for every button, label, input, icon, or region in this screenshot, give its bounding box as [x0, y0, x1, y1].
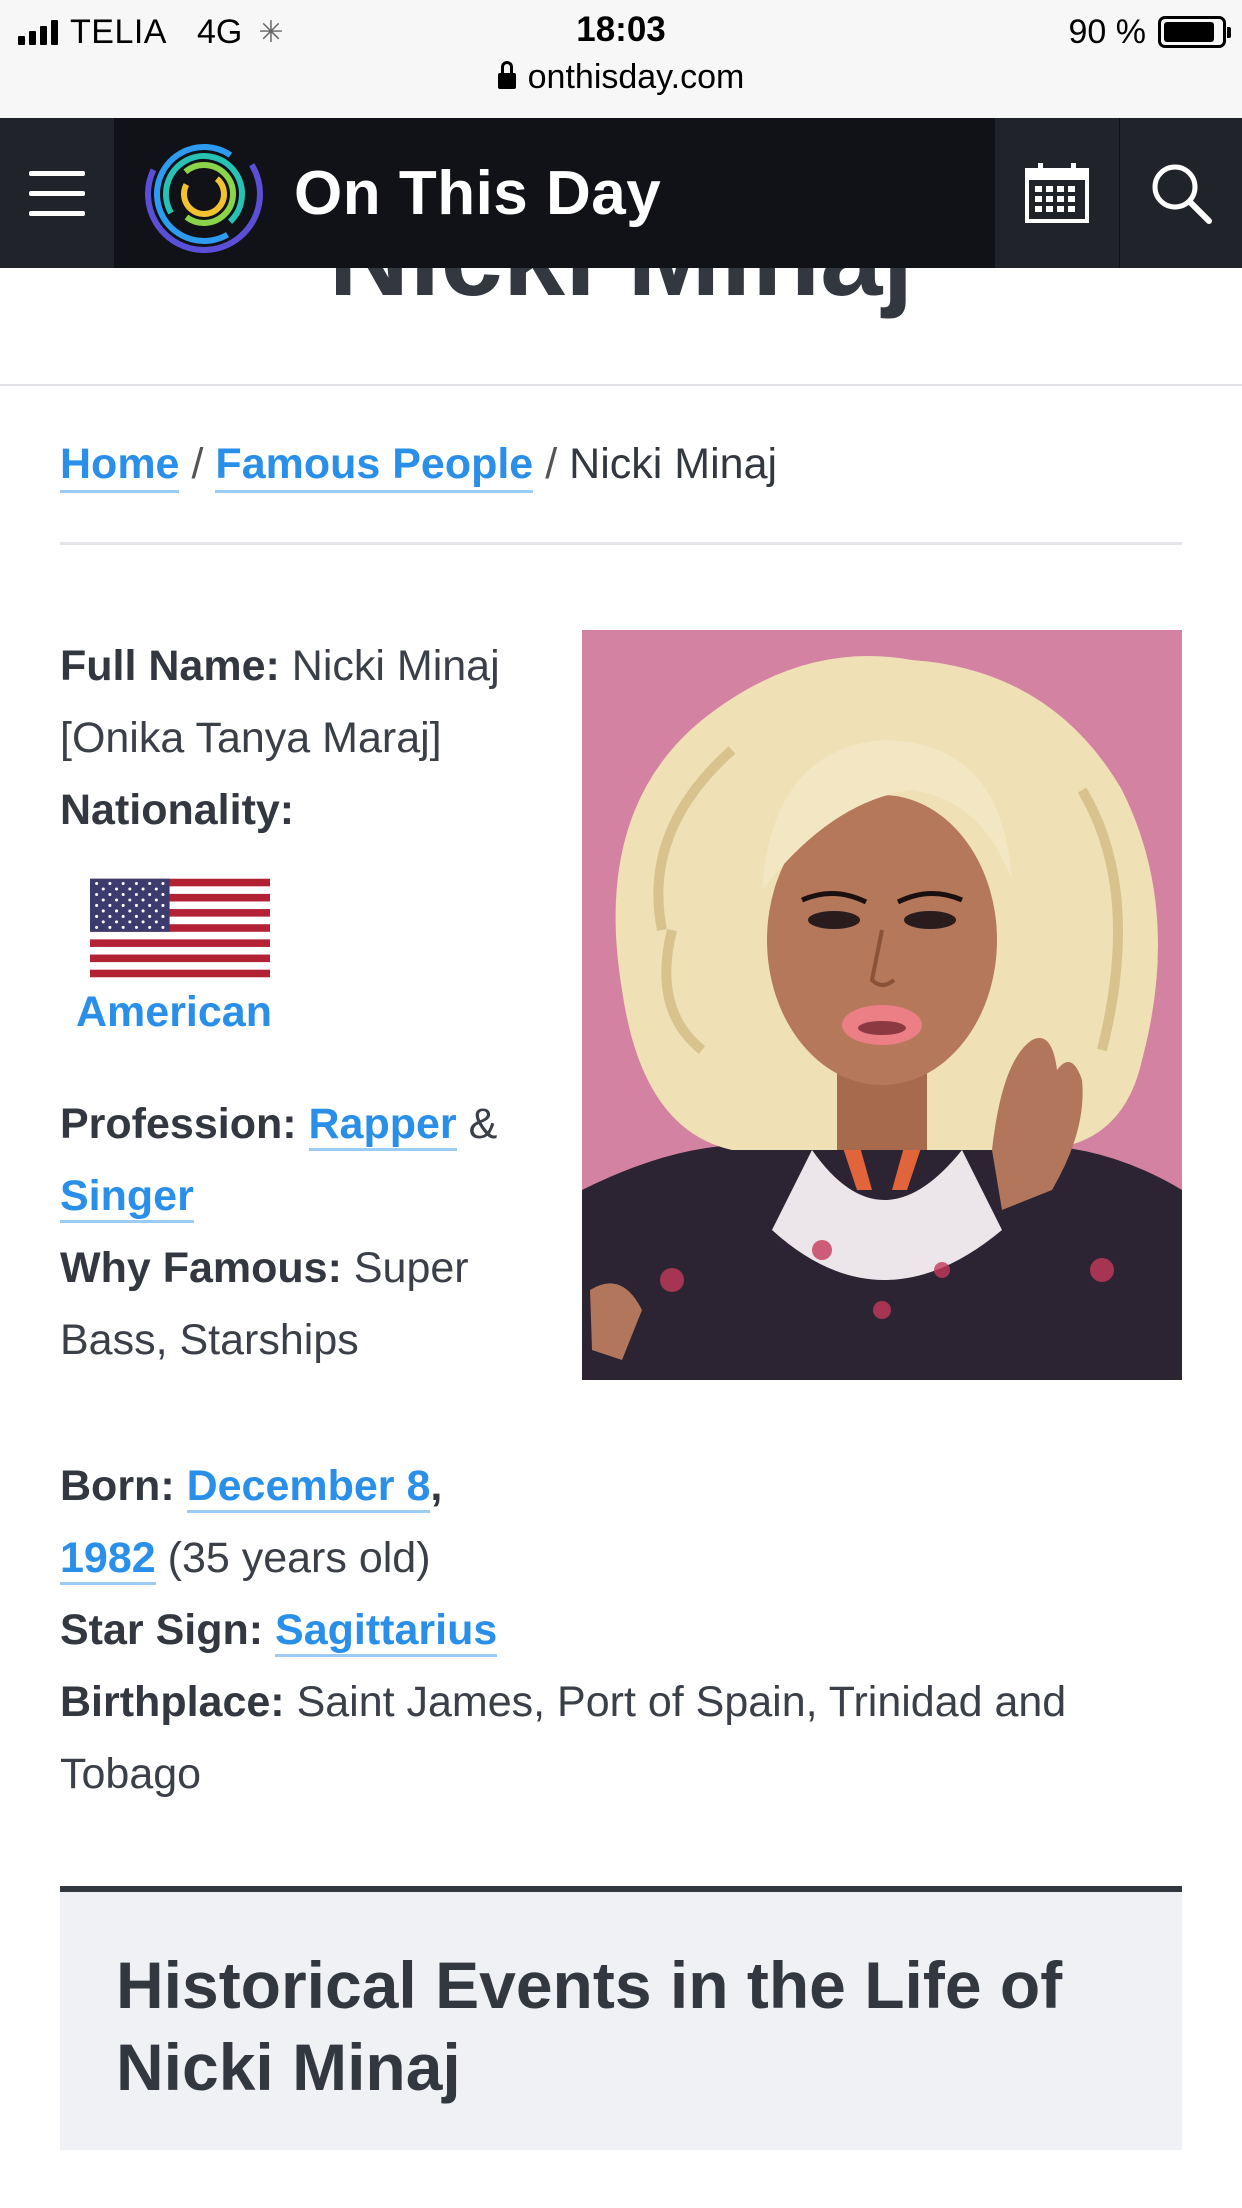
profession-row: Profession: Rapper & Singer: [60, 1088, 560, 1232]
star-sign-label: Star Sign:: [60, 1606, 264, 1654]
breadcrumb-famous-people-link[interactable]: Famous People: [215, 440, 534, 493]
born-year-link[interactable]: 1982: [60, 1534, 156, 1585]
lock-icon: [497, 60, 516, 93]
profession-rapper-link[interactable]: Rapper: [308, 1100, 457, 1151]
born-comma: ,: [430, 1462, 443, 1510]
search-button[interactable]: [1120, 118, 1242, 268]
person-info-born: Born: December 8, 1982 (35 years old) St…: [60, 1450, 1190, 1810]
page-title-area: Nicki Minaj: [0, 268, 1242, 386]
profession-singer-link[interactable]: Singer: [60, 1172, 194, 1223]
site-header: On This Day: [0, 118, 1242, 268]
search-icon: [1152, 164, 1212, 224]
us-flag-icon[interactable]: [90, 876, 270, 980]
nationality-label: Nationality:: [60, 786, 295, 834]
full-name-label: Full Name:: [60, 642, 280, 690]
breadcrumb-divider: [60, 542, 1182, 545]
breadcrumb-separator: /: [545, 440, 558, 488]
breadcrumb-separator: /: [191, 440, 204, 488]
breadcrumb-home-link[interactable]: Home: [60, 440, 180, 493]
profession-joiner: &: [468, 1100, 498, 1148]
hamburger-menu-icon: [29, 170, 85, 176]
breadcrumb-current: Nicki Minaj: [569, 440, 778, 488]
nationality-link[interactable]: American: [76, 988, 272, 1037]
person-info-top: Full Name: Nicki Minaj [Onika Tanya Mara…: [60, 630, 560, 846]
status-right: 90 %: [1068, 12, 1231, 52]
page-title: Nicki Minaj: [0, 268, 1242, 324]
calendar-button[interactable]: [995, 118, 1119, 268]
birthplace-label: Birthplace:: [60, 1678, 285, 1726]
hamburger-menu-button[interactable]: [0, 118, 114, 268]
why-famous-row: Why Famous: Super Bass, Starships: [60, 1232, 560, 1376]
star-sign-link[interactable]: Sagittarius: [275, 1606, 498, 1657]
battery-icon: [1158, 16, 1231, 48]
person-photo: [582, 630, 1182, 1380]
browser-status-bar: TELIA 4G ✳ 18:03 90 % onthisday.com: [0, 0, 1242, 118]
age-text: (35 years old): [167, 1534, 431, 1582]
star-sign-row: Star Sign: Sagittarius: [60, 1594, 1190, 1666]
address-bar[interactable]: onthisday.com: [0, 58, 1242, 97]
on-this-day-logo-icon[interactable]: [142, 132, 266, 256]
birthplace-row: Birthplace: Saint James, Port of Spain, …: [60, 1666, 1190, 1810]
nationality-row: Nationality:: [60, 774, 560, 846]
profession-label: Profession:: [60, 1100, 297, 1148]
why-famous-label: Why Famous:: [60, 1244, 342, 1292]
site-name[interactable]: On This Day: [294, 158, 661, 229]
born-label: Born:: [60, 1462, 175, 1510]
historical-events-section: Historical Events in the Life of Nicki M…: [60, 1886, 1182, 2150]
url-text[interactable]: onthisday.com: [528, 58, 745, 97]
born-row: Born: December 8,: [60, 1450, 1190, 1522]
clock: 18:03: [576, 10, 666, 49]
full-name-row: Full Name: Nicki Minaj [Onika Tanya Mara…: [60, 630, 560, 774]
breadcrumb: Home / Famous People / Nicki Minaj: [60, 440, 778, 493]
battery-percent: 90 %: [1068, 12, 1147, 51]
calendar-icon: [1025, 163, 1089, 223]
born-date-link[interactable]: December 8: [186, 1462, 431, 1513]
historical-events-title: Historical Events in the Life of Nicki M…: [116, 1948, 1063, 2104]
born-year-row: 1982 (35 years old): [60, 1522, 1190, 1594]
person-info-mid: Profession: Rapper & Singer Why Famous: …: [60, 1088, 560, 1376]
